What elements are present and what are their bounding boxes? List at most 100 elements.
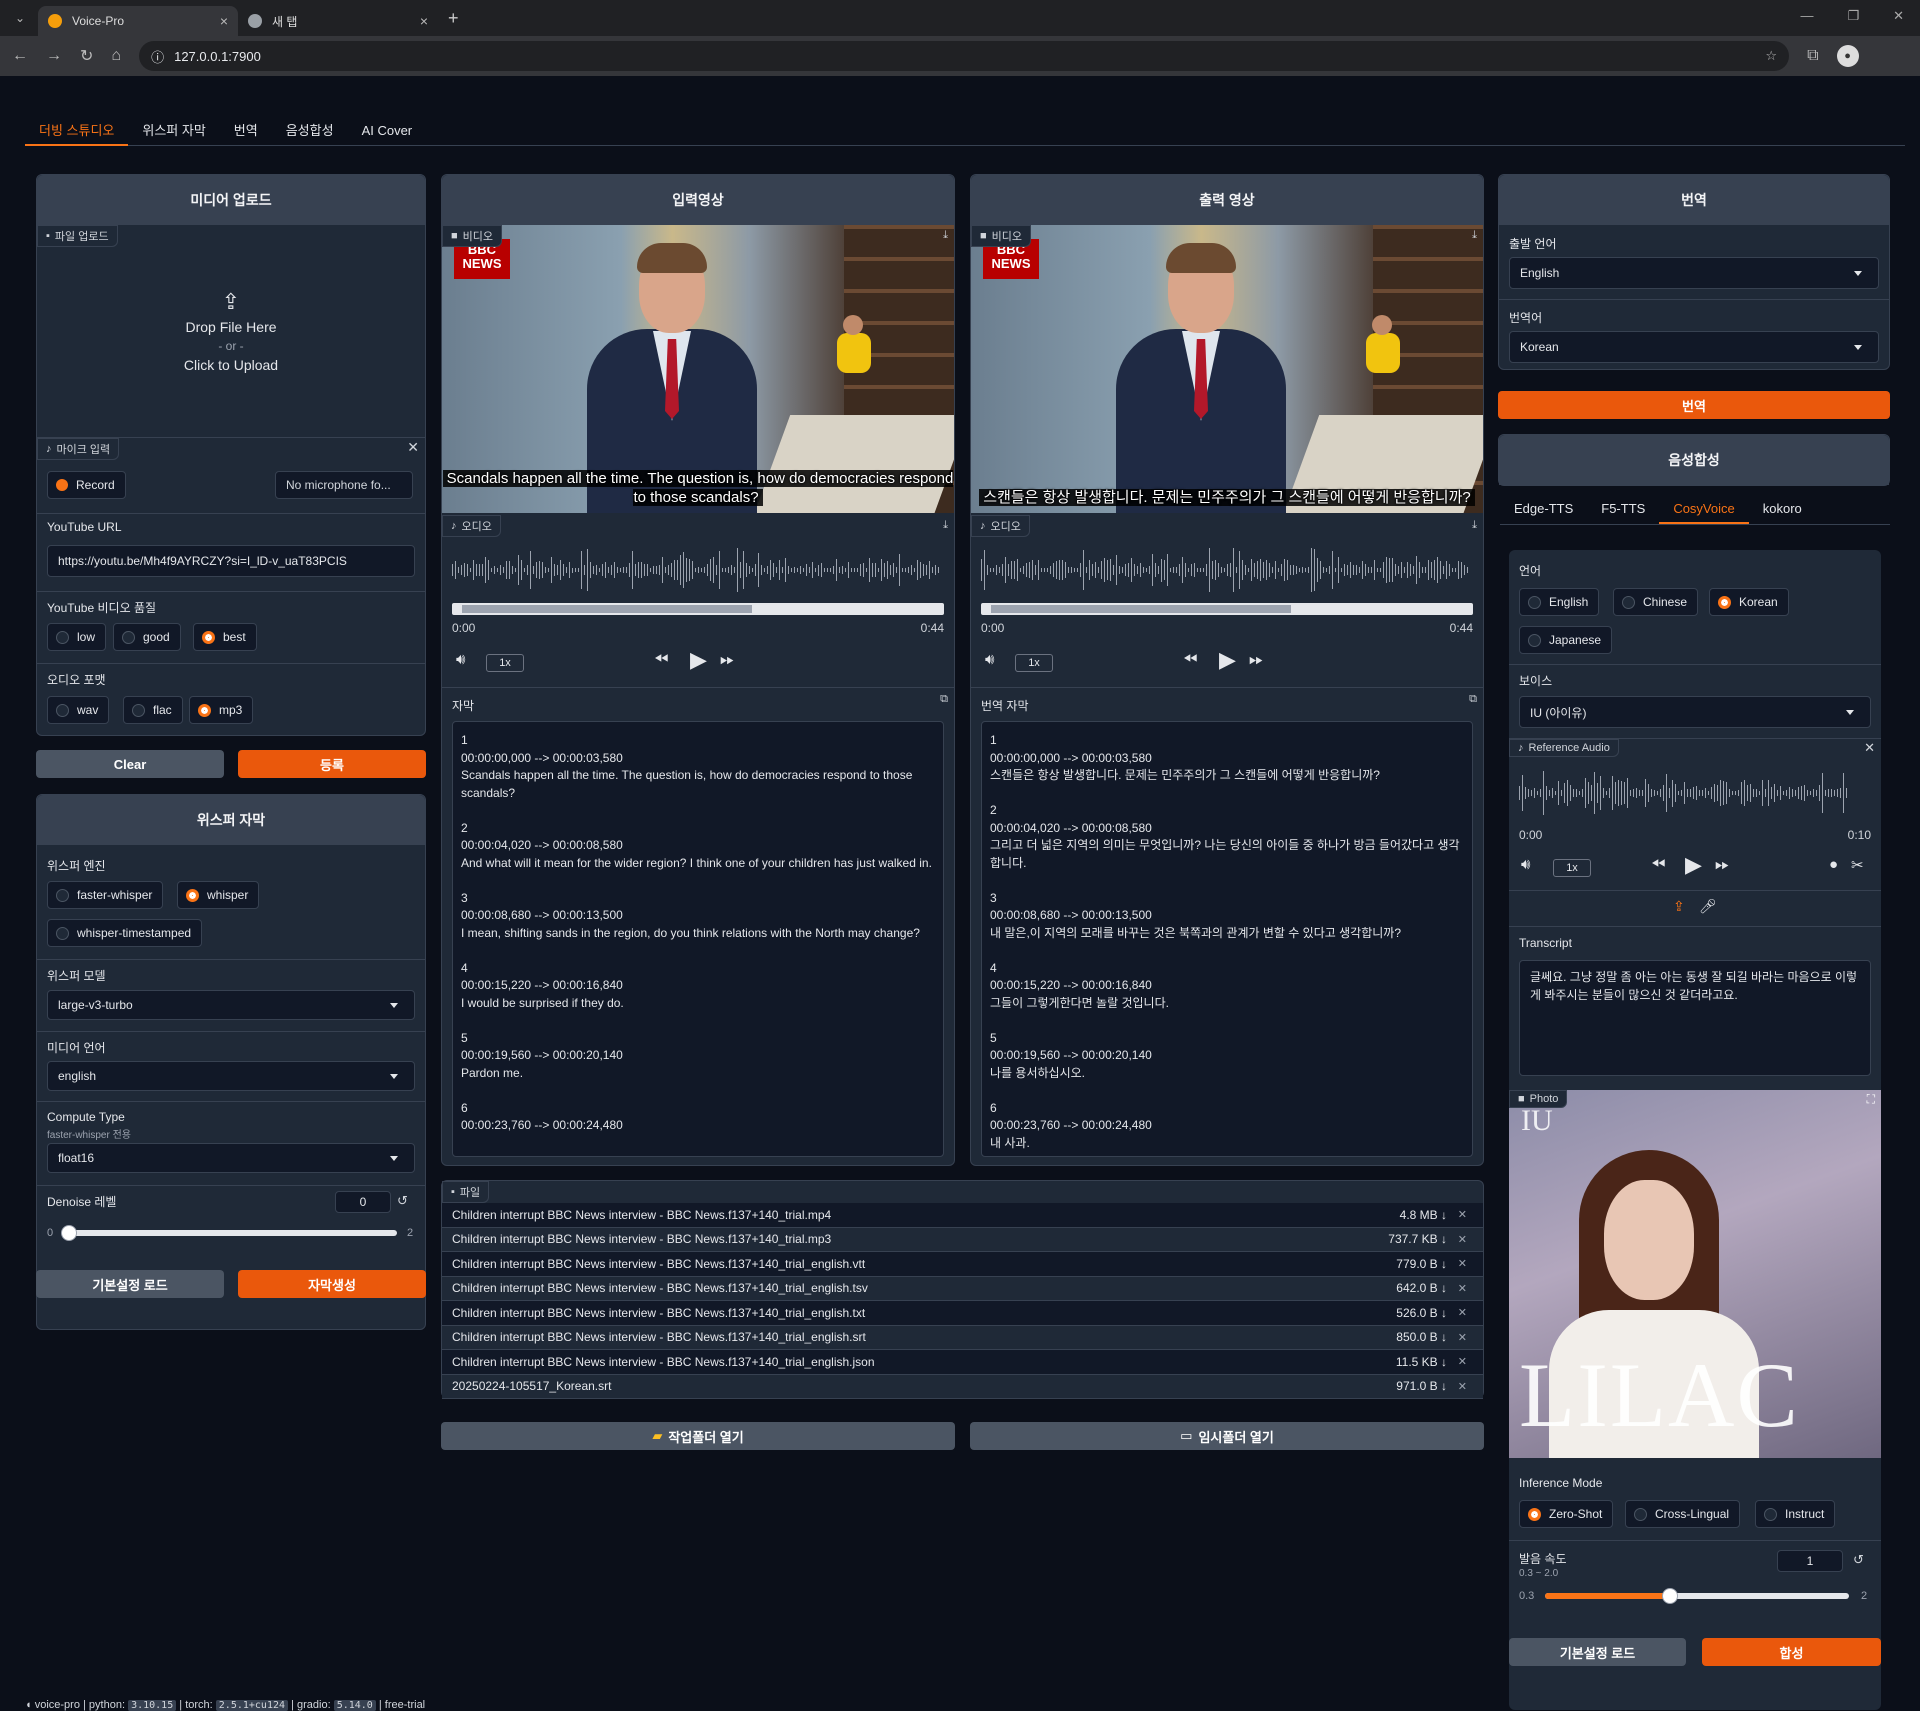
remove-file-icon[interactable]: ✕ — [1458, 1282, 1467, 1295]
register-button[interactable]: 등록 — [238, 750, 426, 778]
speech-rate-input[interactable]: 1 — [1777, 1550, 1843, 1572]
rewind-icon[interactable]: ⏪︎ — [654, 649, 668, 670]
load-defaults-button[interactable]: 기본설정 로드 — [36, 1270, 224, 1298]
tts-load-defaults-button[interactable]: 기본설정 로드 — [1509, 1638, 1686, 1666]
subtitles-textarea[interactable]: 1 00:00:00,000 --> 00:00:03,580 Scandals… — [452, 721, 944, 1157]
profile-avatar[interactable]: ● — [1836, 45, 1859, 67]
file-size[interactable]: 4.8 MB ↓ — [1400, 1208, 1447, 1222]
model-select[interactable]: large-v3-turbo — [47, 990, 415, 1020]
voice-select[interactable]: IU (아이유) — [1519, 696, 1871, 728]
file-row[interactable]: 20250224-105517_Korean.srt 971.0 B ↓ ✕ — [442, 1374, 1483, 1399]
file-name[interactable]: Children interrupt BBC News interview - … — [452, 1232, 831, 1246]
file-size[interactable]: 737.7 KB ↓ — [1388, 1232, 1447, 1246]
file-name[interactable]: 20250224-105517_Korean.srt — [452, 1379, 611, 1393]
output-audio-waveform[interactable] — [981, 545, 1473, 595]
extensions-icon[interactable]: ⧉ — [1807, 47, 1818, 65]
denoise-number-input[interactable]: 0 — [335, 1191, 391, 1213]
file-row[interactable]: Children interrupt BBC News interview - … — [442, 1203, 1483, 1228]
input-video-player[interactable]: BBC NEWS Scandals happen all the time. Th… — [442, 225, 954, 513]
remove-file-icon[interactable]: ✕ — [1458, 1306, 1467, 1319]
lang-korean-radio[interactable]: Korean — [1709, 588, 1789, 616]
open-temp-folder-button[interactable]: ▭ 임시폴더 열기 — [970, 1422, 1484, 1450]
input-audio-seekbar[interactable] — [452, 603, 944, 615]
slider-knob[interactable] — [61, 1225, 77, 1241]
compute-type-select[interactable]: float16 — [47, 1143, 415, 1173]
output-video-player[interactable]: BBC NEWS 스캔들은 항상 발생합니다. 문제는 민주주의가 그 스캔들에 … — [971, 225, 1483, 513]
file-size[interactable]: 526.0 B ↓ — [1396, 1306, 1447, 1320]
new-tab-icon[interactable]: + — [448, 8, 459, 29]
playback-speed-button[interactable]: 1x — [1553, 859, 1591, 877]
tab-f5-tts[interactable]: F5-TTS — [1587, 500, 1659, 524]
play-icon[interactable]: ▶ — [690, 647, 707, 673]
reference-close-icon[interactable]: ✕ — [1864, 740, 1875, 756]
volume-icon[interactable]: 🔊︎ — [456, 651, 465, 668]
close-tab-icon[interactable]: × — [220, 13, 228, 29]
microphone-select[interactable]: No microphone fo... — [275, 471, 413, 499]
open-work-folder-button[interactable]: ▰ 작업폴더 열기 — [441, 1422, 955, 1450]
rewind-icon[interactable]: ⏪︎ — [1651, 854, 1665, 875]
download-icon[interactable]: ⤓ — [943, 229, 948, 242]
file-name[interactable]: Children interrupt BBC News interview - … — [452, 1281, 868, 1295]
file-name[interactable]: Children interrupt BBC News interview - … — [452, 1355, 875, 1369]
quality-good-radio[interactable]: good — [113, 623, 181, 651]
fast-forward-icon[interactable]: ⏩︎ — [1715, 854, 1729, 875]
rewind-icon[interactable]: ⏪︎ — [1183, 649, 1197, 670]
tab-tts[interactable]: 음성합성 — [272, 122, 348, 146]
tab-kokoro[interactable]: kokoro — [1749, 500, 1816, 524]
mode-instruct-radio[interactable]: Instruct — [1755, 1500, 1836, 1528]
translate-button[interactable]: 번역 — [1498, 391, 1890, 419]
site-info-icon[interactable]: ⓘ — [151, 47, 164, 66]
quality-best-radio[interactable]: best — [193, 623, 257, 651]
record-button[interactable]: Record — [47, 471, 126, 499]
remove-file-icon[interactable]: ✕ — [1458, 1355, 1467, 1368]
play-icon[interactable]: ▶ — [1219, 647, 1236, 673]
forward-icon[interactable]: → — [46, 47, 62, 65]
browser-tab-new[interactable]: 새 탭 × — [238, 6, 438, 36]
file-row[interactable]: Children interrupt BBC News interview - … — [442, 1276, 1483, 1301]
translated-subtitles-textarea[interactable]: 1 00:00:00,000 --> 00:00:03,580 스캔들은 항상 … — [981, 721, 1473, 1157]
tab-translate[interactable]: 번역 — [220, 122, 272, 146]
window-close-icon[interactable]: ✕ — [1893, 8, 1904, 24]
file-row[interactable]: Children interrupt BBC News interview - … — [442, 1301, 1483, 1326]
fast-forward-icon[interactable]: ⏩︎ — [1249, 649, 1263, 670]
file-size[interactable]: 11.5 KB ↓ — [1396, 1355, 1447, 1369]
file-name[interactable]: Children interrupt BBC News interview - … — [452, 1306, 865, 1320]
youtube-url-input[interactable]: https://youtu.be/Mh4f9AYRCZY?si=I_lD-v_u… — [47, 545, 415, 577]
speaker-photo[interactable]: IU LILAC — [1509, 1090, 1881, 1458]
engine-whisper-radio[interactable]: whisper — [177, 881, 260, 909]
upload-dropzone[interactable]: ⇪ Drop File Here - or - Click to Upload — [37, 225, 425, 437]
tab-search-icon[interactable]: ⌄ — [8, 6, 32, 30]
reset-audio-icon[interactable]: ● — [1829, 856, 1838, 873]
mic-close-icon[interactable]: ✕ — [407, 439, 419, 456]
output-audio-seekbar[interactable] — [981, 603, 1473, 615]
denoise-slider[interactable] — [61, 1225, 397, 1241]
remove-file-icon[interactable]: ✕ — [1458, 1233, 1467, 1246]
source-language-select[interactable]: English — [1509, 257, 1879, 289]
maximize-icon[interactable]: ❐ — [1847, 8, 1859, 24]
copy-icon[interactable]: ⧉ — [1469, 693, 1477, 706]
lang-chinese-radio[interactable]: Chinese — [1613, 588, 1699, 616]
reference-audio-waveform[interactable] — [1519, 768, 1849, 818]
lang-english-radio[interactable]: English — [1519, 588, 1600, 616]
file-row[interactable]: Children interrupt BBC News interview - … — [442, 1325, 1483, 1350]
back-icon[interactable]: ← — [12, 47, 28, 65]
reset-icon[interactable]: ↺ — [1853, 1552, 1864, 1568]
volume-icon[interactable]: 🔊︎ — [1521, 856, 1530, 873]
trim-scissors-icon[interactable]: ✂ — [1851, 856, 1864, 874]
minimize-icon[interactable]: — — [1800, 8, 1813, 24]
tab-cosyvoice[interactable]: CosyVoice — [1659, 500, 1749, 524]
reload-icon[interactable]: ↻ — [80, 46, 93, 66]
tab-dubbing-studio[interactable]: 더빙 스튜디오 — [25, 122, 129, 146]
quality-low-radio[interactable]: low — [47, 623, 107, 651]
file-size[interactable]: 642.0 B ↓ — [1396, 1281, 1447, 1295]
file-name[interactable]: Children interrupt BBC News interview - … — [452, 1257, 865, 1271]
mode-zero-shot-radio[interactable]: Zero-Shot — [1519, 1500, 1614, 1528]
tab-whisper-subtitles[interactable]: 위스퍼 자막 — [128, 122, 219, 146]
media-language-select[interactable]: english — [47, 1061, 415, 1091]
file-size[interactable]: 779.0 B ↓ — [1396, 1257, 1447, 1271]
remove-file-icon[interactable]: ✕ — [1458, 1208, 1467, 1221]
download-icon[interactable]: ⤓ — [1472, 519, 1477, 532]
engine-faster-whisper-radio[interactable]: faster-whisper — [47, 881, 164, 909]
address-bar[interactable]: ⓘ 127.0.0.1:7900 ☆ — [139, 41, 1790, 71]
clear-button[interactable]: Clear — [36, 750, 224, 778]
